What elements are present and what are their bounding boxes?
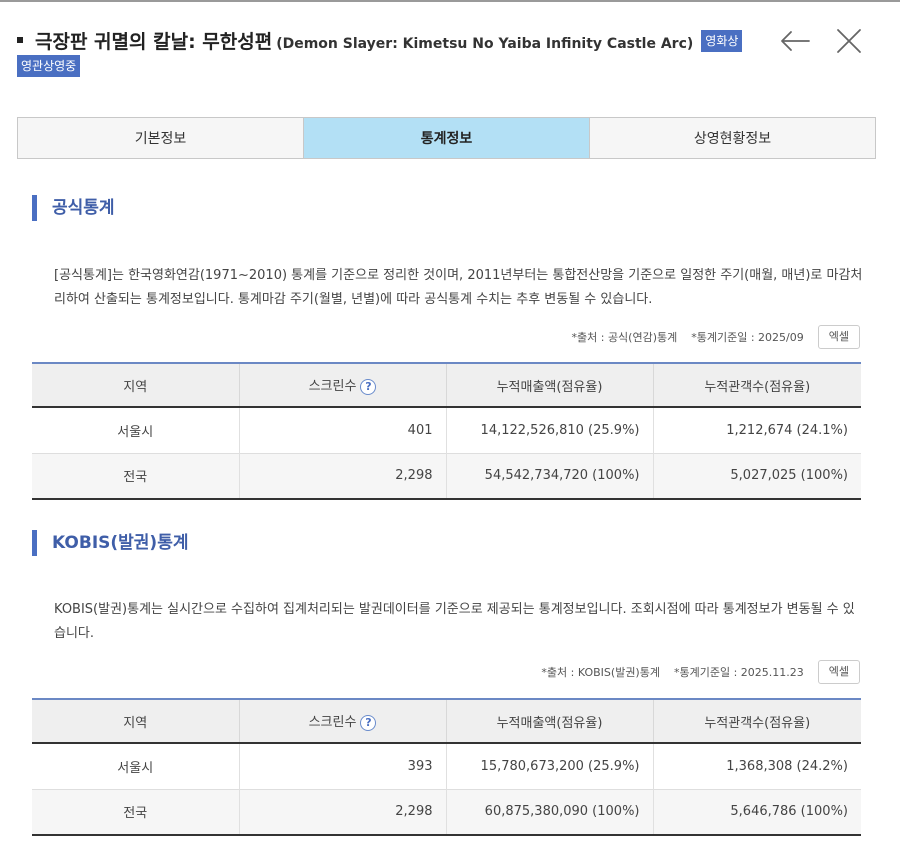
col-header-audience: 누적관객수(점유율) xyxy=(704,379,811,395)
col-header-region: 지역 xyxy=(32,699,240,743)
cell-region: 서울시 xyxy=(32,743,240,789)
cell-screens: 393 xyxy=(239,743,447,789)
tab-basic-info[interactable]: 기본정보 xyxy=(18,118,304,158)
cell-screens: 401 xyxy=(239,407,447,453)
cell-audience: 5,027,025 (100%) xyxy=(730,468,848,484)
kobis-stats-description: KOBIS(발권)통계는 실시간으로 수집하여 집계처리되는 발권데이터를 기준… xyxy=(54,602,855,641)
arrow-left-icon[interactable] xyxy=(778,26,812,56)
col-header-revenue: 누적매출액(점유율) xyxy=(446,699,654,743)
col-header-region: 지역 xyxy=(32,363,240,407)
table-row: 전국 2,298 60,875,380,090 (100%) 5,646,786… xyxy=(32,789,861,835)
table-row: 서울시 401 14,122,526,810 (25.9%) 1,212,674… xyxy=(32,407,861,453)
col-header-revenue: 누적매출액(점유율) xyxy=(446,363,654,407)
kobis-stats-title: KOBIS(발권)통계 xyxy=(32,530,189,556)
official-excel-button[interactable]: 엑셀 xyxy=(817,325,860,349)
official-base-date: *통계기준일 : 2025/09 xyxy=(691,331,804,344)
col-header-screens: 스크린수? xyxy=(239,699,447,743)
kobis-base-date: *통계기준일 : 2025.11.23 xyxy=(673,666,804,679)
question-icon[interactable]: ? xyxy=(360,378,377,395)
col-header-screens-label: 스크린수 xyxy=(308,379,357,395)
cell-revenue: 14,122,526,810 (25.9%) xyxy=(446,407,654,453)
table-row: 서울시 393 15,780,673,200 (25.9%) 1,368,308… xyxy=(32,743,861,789)
status-badge-part-1: 영화상 xyxy=(701,29,743,52)
info-tabs: 기본정보 통계정보 상영현황정보 xyxy=(17,117,876,159)
official-stats-meta: *출처 : 공식(연감)통계 *통계기준일 : 2025/09 엑셀 xyxy=(571,325,860,349)
official-stats-title: 공식통계 xyxy=(32,195,115,221)
cell-audience: 1,212,674 (24.1%) xyxy=(726,422,848,438)
kobis-stats-table: 지역 스크린수? 누적매출액(점유율) 누적관객수(점유율) 서울시 393 1… xyxy=(32,698,861,836)
table-header-row: 지역 스크린수? 누적매출액(점유율) 누적관객수(점유율) xyxy=(32,699,861,743)
square-bullet-icon xyxy=(17,36,23,43)
kobis-source: *출처 : KOBIS(발권)통계 xyxy=(541,666,660,679)
cell-region: 전국 xyxy=(32,453,240,499)
page-title-line: 극장판 귀멸의 칼날: 무한성편 (Demon Slayer: Kimetsu N… xyxy=(17,28,757,58)
tab-screening-status[interactable]: 상영현황정보 xyxy=(590,118,875,158)
col-header-screens-label: 스크린수 xyxy=(308,715,357,731)
cell-revenue: 54,542,734,720 (100%) xyxy=(446,453,654,499)
table-row: 전국 2,298 54,542,734,720 (100%) 5,027,025… xyxy=(32,453,861,499)
cell-audience: 5,646,786 (100%) xyxy=(730,804,848,820)
cell-audience: 1,368,308 (24.2%) xyxy=(726,758,848,774)
col-header-screens: 스크린수? xyxy=(239,363,447,407)
close-icon[interactable] xyxy=(834,26,868,56)
col-header-audience: 누적관객수(점유율) xyxy=(704,715,811,731)
official-stats-table: 지역 스크린수? 누적매출액(점유율) 누적관객수(점유율) 서울시 401 1… xyxy=(32,362,861,500)
official-stats-description: [공식통계]는 한국영화연감(1971~2010) 통계를 기준으로 정리한 것… xyxy=(54,268,863,307)
page-subtitle: (Demon Slayer: Kimetsu No Yaiba Infinity… xyxy=(276,36,694,52)
cell-revenue: 15,780,673,200 (25.9%) xyxy=(446,743,654,789)
cell-region: 전국 xyxy=(32,789,240,835)
cell-region: 서울시 xyxy=(32,407,240,453)
tab-statistics[interactable]: 통계정보 xyxy=(304,118,590,158)
cell-revenue: 60,875,380,090 (100%) xyxy=(446,789,654,835)
cell-screens: 2,298 xyxy=(239,453,447,499)
kobis-excel-button[interactable]: 엑셀 xyxy=(817,660,860,684)
movie-header: 극장판 귀멸의 칼날: 무한성편 (Demon Slayer: Kimetsu N… xyxy=(17,28,757,77)
status-badge-part-2: 영관상영중 xyxy=(17,55,81,77)
top-divider xyxy=(0,0,900,2)
table-header-row: 지역 스크린수? 누적매출액(점유율) 누적관객수(점유율) xyxy=(32,363,861,407)
official-source: *출처 : 공식(연감)통계 xyxy=(571,331,678,344)
question-icon[interactable]: ? xyxy=(360,714,377,731)
kobis-stats-meta: *출처 : KOBIS(발권)통계 *통계기준일 : 2025.11.23 엑셀 xyxy=(541,660,860,684)
cell-screens: 2,298 xyxy=(239,789,447,835)
page-title: 극장판 귀멸의 칼날: 무한성편 xyxy=(35,31,273,53)
